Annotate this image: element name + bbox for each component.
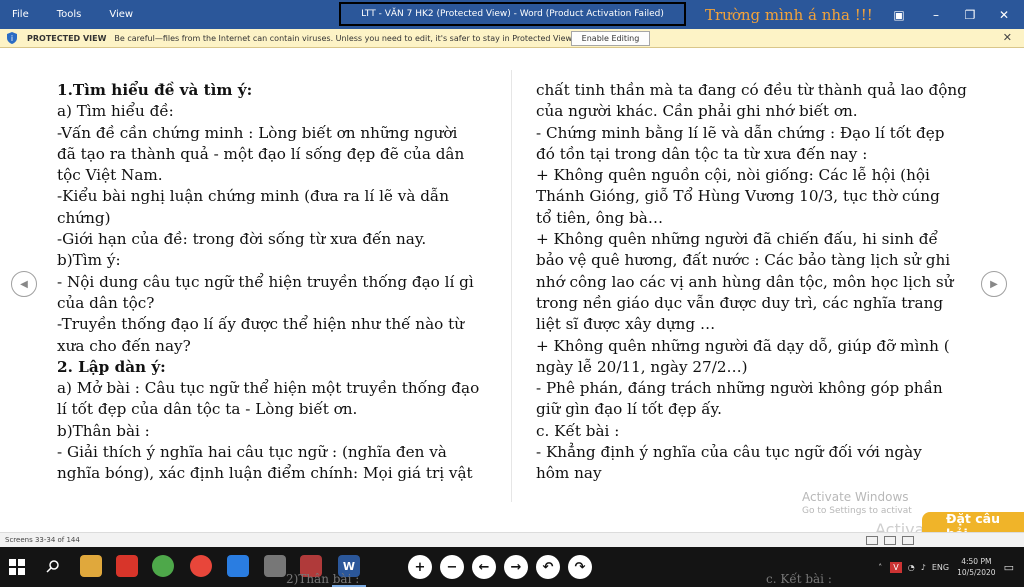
text-line: + Không quên những người đã chiến đấu, h… — [536, 230, 938, 249]
text-line: hôm nay — [536, 464, 602, 483]
view-buttons — [866, 536, 914, 545]
text-line: -Giới hạn của đề: trong đời sống từ xưa … — [57, 230, 427, 249]
chrome-icon[interactable] — [190, 555, 212, 577]
text-line: - Chứng minh bằng lí lẽ và dẫn chứng : Đ… — [536, 123, 945, 142]
text-line: Thánh Gióng, giỗ Tổ Hùng Vương 10/3, tục… — [536, 187, 940, 206]
enable-editing-button[interactable]: Enable Editing — [571, 31, 650, 46]
protected-view-bar: i PROTECTED VIEW Be careful—files from t… — [0, 29, 1024, 48]
web-layout-icon[interactable] — [902, 536, 914, 545]
overlay-note: Trường mình á nha !!! — [705, 6, 873, 24]
shield-icon: i — [7, 32, 17, 44]
text-line: - Giải thích ý nghĩa hai câu tục ngữ : (… — [57, 443, 447, 462]
text-line: giữ gìn đạo lí tốt đẹp ấy. — [536, 400, 722, 419]
chevron-up-icon[interactable]: ˄ — [878, 563, 882, 572]
text-line: đó tồn tại trong dân tộc ta từ xưa đến n… — [536, 144, 868, 163]
text-line: a) Tìm hiểu đề: — [57, 102, 174, 121]
text-line: liệt sĩ được xây dựng … — [536, 315, 716, 334]
text-line: trong nền giáo dục vẫn được duy trì, các… — [536, 293, 944, 312]
windows-start-icon[interactable] — [8, 558, 26, 576]
input-language[interactable]: ENG — [932, 563, 949, 572]
text-line: của người khác. Cần phải ghi nhớ biết ơn… — [536, 102, 858, 121]
ribbon-display-icon[interactable]: ▣ — [885, 0, 913, 29]
text-line: a) Mở bài : Câu tục ngữ thể hiện một tru… — [57, 379, 480, 398]
arrow-left-icon[interactable]: ← — [472, 555, 496, 579]
read-mode-icon[interactable] — [866, 536, 878, 545]
text-line: - Khẳng định ý nghĩa của câu tục ngữ đối… — [536, 443, 922, 462]
search-icon[interactable] — [42, 555, 64, 577]
text-line: -Vấn đề cần chứng minh : Lòng biết ơn nh… — [57, 123, 458, 142]
text-line: b)Tìm ý: — [57, 251, 121, 270]
menu-bar: File Tools View — [0, 0, 149, 29]
text-line: bảo vệ quê hương, đất nước : Các bảo tàn… — [536, 251, 951, 270]
minimize-button[interactable]: – — [922, 0, 950, 29]
text-line: b)Thân bài : — [57, 421, 150, 440]
arrow-right-icon[interactable]: → — [504, 555, 528, 579]
annotation-toolbar: + − ← → ↶ ↷ — [408, 555, 592, 579]
system-tray: ˄ V ◔ ♪ ENG 4:50 PM 10/5/2020 ▭ — [878, 547, 1024, 587]
close-button[interactable]: ✕ — [990, 0, 1018, 29]
heading-lap-dan-y: 2. Lập dàn ý: — [57, 357, 166, 376]
text-line: c. Kết bài : — [536, 421, 620, 440]
text-line: - Nội dung câu tục ngữ thể hiện truyền t… — [57, 272, 474, 291]
app-tray-icon[interactable]: V — [890, 561, 902, 573]
text-line: của dân tộc? — [57, 293, 155, 312]
activate-title: Activate Windows — [802, 490, 909, 504]
restore-button[interactable]: ❐ — [956, 0, 984, 29]
app-red-icon[interactable] — [116, 555, 138, 577]
bottom-peek-left: 2)Thân bài : — [286, 572, 360, 586]
speaker-icon[interactable]: ♪ — [921, 563, 926, 572]
text-line: nhớ công lao các vị anh hùng dân tộc, mô… — [536, 272, 954, 291]
menu-view[interactable]: View — [109, 9, 133, 20]
bottom-peek-right: c. Kết bài : — [766, 572, 832, 586]
document-title: LTT - VĂN 7 HK2 (Protected View) - Word … — [339, 2, 686, 26]
next-page-icon[interactable]: ▶ — [981, 271, 1007, 297]
text-line: lí tốt đẹp của dân tộc ta - Lòng biết ơn… — [57, 400, 358, 419]
activate-subtitle: Go to Settings to activat — [802, 506, 912, 516]
page-right: chất tinh thần mà ta đang có đều từ thàn… — [536, 80, 967, 485]
text-line: tộc Việt Nam. — [57, 166, 163, 185]
status-bar: Screens 33-34 of 144 — [0, 532, 1024, 547]
text-line: -Truyền thống đạo lí ấy được thể hiện nh… — [57, 315, 464, 334]
svg-text:i: i — [11, 34, 13, 43]
text-line: + Không quên những người đã dạy dỗ, giúp… — [536, 336, 950, 355]
text-line: chứng) — [57, 208, 111, 227]
wifi-icon[interactable]: ◔ — [908, 563, 915, 572]
text-line: xưa cho đến nay? — [57, 336, 191, 355]
taskbar: W + − ← → ↶ ↷ ˄ V ◔ ♪ ENG 4:50 PM 10/5/2… — [0, 547, 1024, 587]
zalo-icon[interactable] — [227, 555, 249, 577]
close-icon[interactable]: ✕ — [1003, 31, 1012, 44]
previous-page-icon[interactable]: ◀ — [11, 271, 37, 297]
minus-icon[interactable]: − — [440, 555, 464, 579]
undo-icon[interactable]: ↶ — [536, 555, 560, 579]
text-line: tổ tiên, ông bà… — [536, 208, 664, 227]
text-line: nghĩa bóng), xác định luận điểm chính: M… — [57, 464, 473, 483]
text-line: chất tinh thần mà ta đang có đều từ thàn… — [536, 81, 967, 99]
text-line: đã tạo ra thành quả - một đạo lí sống đẹ… — [57, 144, 465, 163]
page-divider — [511, 70, 512, 502]
clock-time: 4:50 PM — [961, 557, 992, 566]
plus-icon[interactable]: + — [408, 555, 432, 579]
menu-tools[interactable]: Tools — [57, 9, 82, 20]
heading-tim-hieu-de: 1.Tìm hiểu đề và tìm ý: — [57, 81, 253, 99]
text-line: - Phê phán, đáng trách những người không… — [536, 379, 943, 398]
title-bar: File Tools View LTT - VĂN 7 HK2 (Protect… — [0, 0, 1024, 29]
screens-count: Screens 33-34 of 144 — [5, 536, 80, 544]
protected-view-label: PROTECTED VIEW — [27, 33, 107, 43]
menu-file[interactable]: File — [12, 9, 29, 20]
protected-view-message: Be careful—files from the Internet can c… — [114, 33, 574, 43]
text-line: ngày lễ 20/11, ngày 27/2…) — [536, 357, 748, 376]
redo-icon[interactable]: ↷ — [568, 555, 592, 579]
file-explorer-icon[interactable] — [80, 555, 102, 577]
print-layout-icon[interactable] — [884, 536, 896, 545]
notification-icon[interactable]: ▭ — [1004, 561, 1014, 574]
clock[interactable]: 4:50 PM 10/5/2020 — [957, 556, 995, 578]
page-left: 1.Tìm hiểu đề và tìm ý: a) Tìm hiểu đề: … — [57, 80, 479, 485]
activate-windows-watermark: Activate Windows Go to Settings to activ… — [802, 490, 912, 516]
app-green-icon[interactable] — [152, 555, 174, 577]
text-line: -Kiểu bài nghị luận chứng minh (đưa ra l… — [57, 187, 450, 206]
app-grey-icon[interactable] — [264, 555, 286, 577]
text-line: + Không quên nguồn cội, nòi giống: Các l… — [536, 166, 930, 185]
clock-date: 10/5/2020 — [957, 568, 996, 577]
